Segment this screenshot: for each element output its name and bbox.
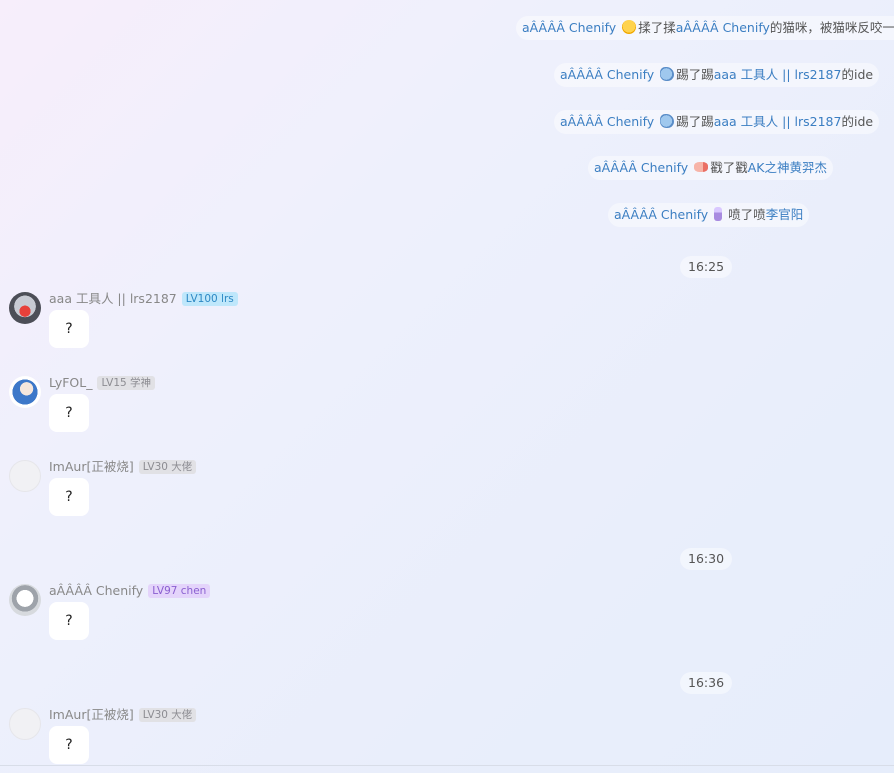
message-bubble[interactable]: ? — [49, 726, 89, 764]
sender-name[interactable]: ImAur[正被烧] — [49, 459, 134, 474]
notice-action: 踢了踢 — [676, 114, 714, 129]
notice-action: 喷了喷 — [728, 207, 766, 222]
message-meta: aaa 工具人 || lrs2187 LV100 lrs — [49, 291, 238, 307]
sender-name[interactable]: aÂÂÂÂ Chenify — [49, 583, 143, 598]
poke-notice: aÂÂÂÂ Chenify 揉了揉aÂÂÂÂ Chenify的猫咪，被猫咪反咬一… — [516, 16, 894, 40]
notice-actor[interactable]: aÂÂÂÂ Chenify — [560, 67, 654, 82]
poke-notice: aÂÂÂÂ Chenify 戳了戳AK之神黄羿杰 — [588, 156, 833, 180]
message-bubble[interactable]: ? — [49, 478, 89, 516]
avatar[interactable] — [9, 376, 41, 408]
notice-target[interactable]: aaa 工具人 || lrs2187 — [714, 114, 842, 129]
spray-icon — [714, 207, 723, 221]
notice-action: 踢了踢 — [676, 67, 714, 82]
level-badge: LV97 chen — [148, 584, 211, 598]
notice-action: 揉了揉 — [638, 20, 676, 35]
notice-actor[interactable]: aÂÂÂÂ Chenify — [560, 114, 654, 129]
avatar[interactable] — [9, 460, 41, 492]
message-meta: aÂÂÂÂ Chenify LV97 chen — [49, 583, 211, 599]
message-bubble[interactable]: ? — [49, 394, 89, 432]
notice-action: 戳了戳 — [710, 160, 748, 175]
kick-icon — [660, 67, 675, 81]
timestamp-text: 16:25 — [688, 259, 725, 274]
poke-notice: aÂÂÂÂ Chenify 踢了踢aaa 工具人 || lrs2187的ide — [554, 110, 880, 134]
notice-target[interactable]: aaa 工具人 || lrs2187 — [714, 67, 842, 82]
timestamp-text: 16:30 — [688, 551, 725, 566]
avatar[interactable] — [9, 708, 41, 740]
kick-icon — [660, 114, 675, 128]
avatar[interactable] — [9, 584, 41, 616]
poke-notice: aÂÂÂÂ Chenify 踢了踢aaa 工具人 || lrs2187的ide — [554, 63, 880, 87]
poke-notice: aÂÂÂÂ Chenify 喷了喷李官阳 — [608, 203, 810, 227]
level-badge: LV15 学神 — [97, 376, 156, 390]
notice-actor[interactable]: aÂÂÂÂ Chenify — [522, 20, 616, 35]
sender-name[interactable]: ImAur[正被烧] — [49, 707, 134, 722]
level-badge: LV30 大佬 — [138, 460, 197, 474]
notice-suffix: 的猫咪，被猫咪反咬一口 — [769, 20, 894, 35]
timestamp-divider: 16:30 — [680, 548, 733, 570]
message-bubble[interactable]: ? — [49, 602, 89, 640]
notice-actor[interactable]: aÂÂÂÂ Chenify — [594, 160, 688, 175]
sender-name[interactable]: LyFOL_ — [49, 375, 92, 390]
level-badge: LV100 lrs — [181, 292, 238, 306]
chat-history[interactable]: aÂÂÂÂ Chenify 揉了揉aÂÂÂÂ Chenify的猫咪，被猫咪反咬一… — [0, 0, 894, 773]
notice-target[interactable]: aÂÂÂÂ Chenify — [676, 20, 770, 35]
rub-icon — [622, 20, 637, 34]
notice-target[interactable]: AK之神黄羿杰 — [748, 160, 827, 175]
notice-suffix: 的ide — [841, 114, 874, 129]
timestamp-divider: 16:36 — [680, 672, 733, 694]
timestamp-divider: 16:25 — [680, 256, 733, 278]
level-badge: LV30 大佬 — [138, 708, 197, 722]
poke-icon — [694, 162, 709, 172]
sender-name[interactable]: aaa 工具人 || lrs2187 — [49, 291, 177, 306]
notice-suffix: 的ide — [841, 67, 874, 82]
message-meta: ImAur[正被烧] LV30 大佬 — [49, 707, 197, 723]
avatar[interactable] — [9, 292, 41, 324]
message-bubble[interactable]: ? — [49, 310, 89, 348]
message-meta: LyFOL_ LV15 学神 — [49, 375, 156, 391]
notice-actor[interactable]: aÂÂÂÂ Chenify — [614, 207, 708, 222]
timestamp-text: 16:36 — [688, 675, 725, 690]
message-meta: ImAur[正被烧] LV30 大佬 — [49, 459, 197, 475]
notice-target[interactable]: 李官阳 — [766, 207, 804, 222]
input-area-divider — [0, 765, 894, 766]
